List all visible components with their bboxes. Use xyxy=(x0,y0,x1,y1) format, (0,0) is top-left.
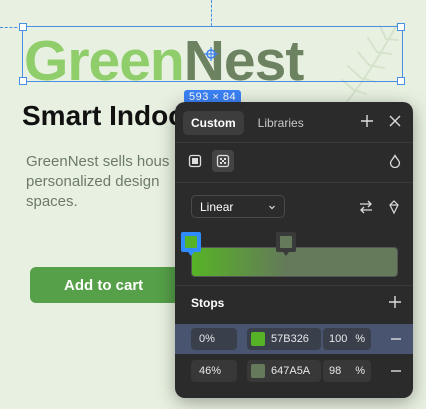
stop-hex-value: 647A5A xyxy=(271,365,311,377)
percent-unit: % xyxy=(355,365,365,377)
stop-opacity-value: 100 xyxy=(329,333,348,345)
stop-color-input[interactable]: 647A5A xyxy=(247,360,321,382)
stop-row[interactable]: 0% 57B326 100 % xyxy=(175,324,413,354)
divider xyxy=(175,142,413,143)
tab-custom[interactable]: Custom xyxy=(183,111,244,135)
stops-label: Stops xyxy=(191,296,225,310)
crosshair-icon xyxy=(204,47,218,61)
solid-fill-icon[interactable] xyxy=(184,150,206,172)
color-swatch[interactable] xyxy=(251,364,265,378)
stop-opacity-value: 98 xyxy=(329,365,342,377)
stop-position-input[interactable]: 46% xyxy=(191,360,237,382)
stop-opacity-input[interactable]: 100 % xyxy=(323,328,371,350)
resize-handle-top-left[interactable] xyxy=(19,23,27,31)
tab-libraries[interactable]: Libraries xyxy=(250,111,312,135)
stop-color-input[interactable]: 57B326 xyxy=(247,328,321,350)
image-fill-icon[interactable] xyxy=(384,150,406,172)
close-icon[interactable] xyxy=(387,113,403,129)
gradient-fill-icon[interactable] xyxy=(212,150,234,172)
stop-position-input[interactable]: 0% xyxy=(191,328,237,350)
stop-row[interactable]: 46% 647A5A 98 % xyxy=(175,356,413,386)
body-line: personalized design xyxy=(26,173,160,190)
body-copy[interactable]: GreenNest sells hous personalized design… xyxy=(26,152,186,212)
plus-icon[interactable] xyxy=(359,113,375,129)
resize-handle-bottom-right[interactable] xyxy=(397,77,405,85)
body-line: GreenNest sells hous xyxy=(26,153,170,170)
stop-hex-value: 57B326 xyxy=(271,333,309,345)
resize-handle-top-right[interactable] xyxy=(397,23,405,31)
vertical-guide xyxy=(211,0,212,26)
panel-tabs: Custom Libraries xyxy=(183,111,312,135)
page-headline[interactable]: Smart Indoo xyxy=(22,100,185,132)
remove-stop-icon[interactable] xyxy=(389,364,403,378)
gradient-type-value: Linear xyxy=(200,199,234,214)
fill-panel: Custom Libraries Linear Stops 0% 57B326 … xyxy=(175,102,413,398)
swap-icon[interactable] xyxy=(358,199,374,215)
gradient-stop-handle[interactable] xyxy=(275,231,297,257)
divider xyxy=(175,182,413,183)
percent-unit: % xyxy=(355,333,365,345)
divider xyxy=(175,285,413,286)
gradient-type-select[interactable]: Linear xyxy=(191,195,285,218)
add-to-cart-button[interactable]: Add to cart xyxy=(30,267,180,303)
remove-stop-icon[interactable] xyxy=(389,332,403,346)
stop-opacity-input[interactable]: 98 % xyxy=(323,360,371,382)
resize-handle-bottom-left[interactable] xyxy=(19,77,27,85)
chevron-down-icon xyxy=(269,205,275,209)
color-swatch[interactable] xyxy=(251,332,265,346)
body-line: spaces. xyxy=(26,193,78,210)
rotate-icon[interactable] xyxy=(386,199,402,215)
gradient-stop-handle[interactable] xyxy=(180,231,202,257)
add-stop-icon[interactable] xyxy=(387,294,403,310)
